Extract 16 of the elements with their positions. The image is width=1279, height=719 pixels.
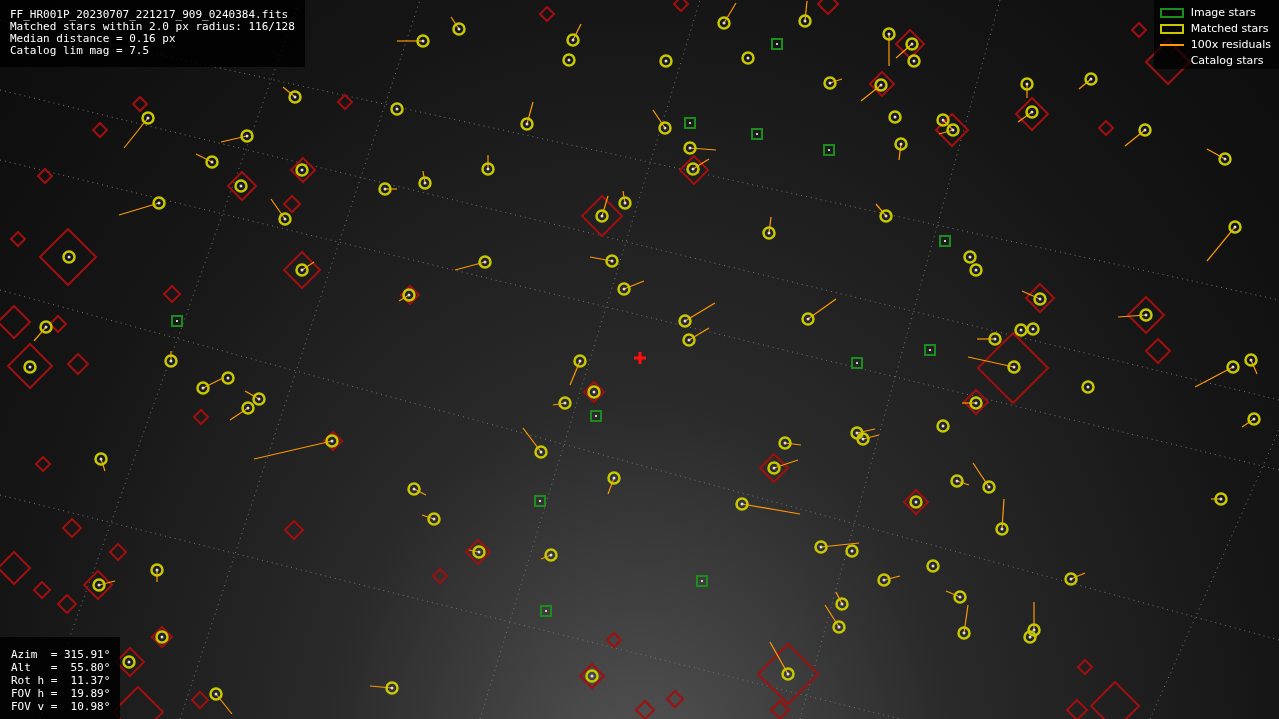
info-text: Matched stars within 2.0 px radius: 116/128 bbox=[10, 21, 295, 33]
info-text: Catalog lim mag = 7.5 bbox=[10, 45, 151, 57]
rect-icon bbox=[1159, 7, 1184, 18]
rect-icon bbox=[1159, 23, 1184, 34]
pointing-text: FOV h = 19.89° bbox=[11, 687, 111, 700]
legend-label: Image stars bbox=[1190, 6, 1256, 19]
info-text: FF_HR001P_20230707_221217_909_0240384.fits bbox=[10, 9, 290, 21]
info-text: Median distance = 0.16 px bbox=[10, 33, 177, 45]
pointing-text: FOV v = 10.98° bbox=[11, 700, 111, 713]
pointing-text: Azim = 315.91° bbox=[11, 648, 111, 661]
legend-label: Catalog stars bbox=[1190, 54, 1264, 67]
line-icon bbox=[1159, 43, 1184, 46]
legend-label: 100x residuals bbox=[1190, 38, 1271, 51]
legend-label: Matched stars bbox=[1190, 22, 1269, 35]
pointing-text: Alt = 55.80° bbox=[11, 661, 111, 674]
pointing-text: Rot h = 11.37° bbox=[11, 674, 111, 687]
